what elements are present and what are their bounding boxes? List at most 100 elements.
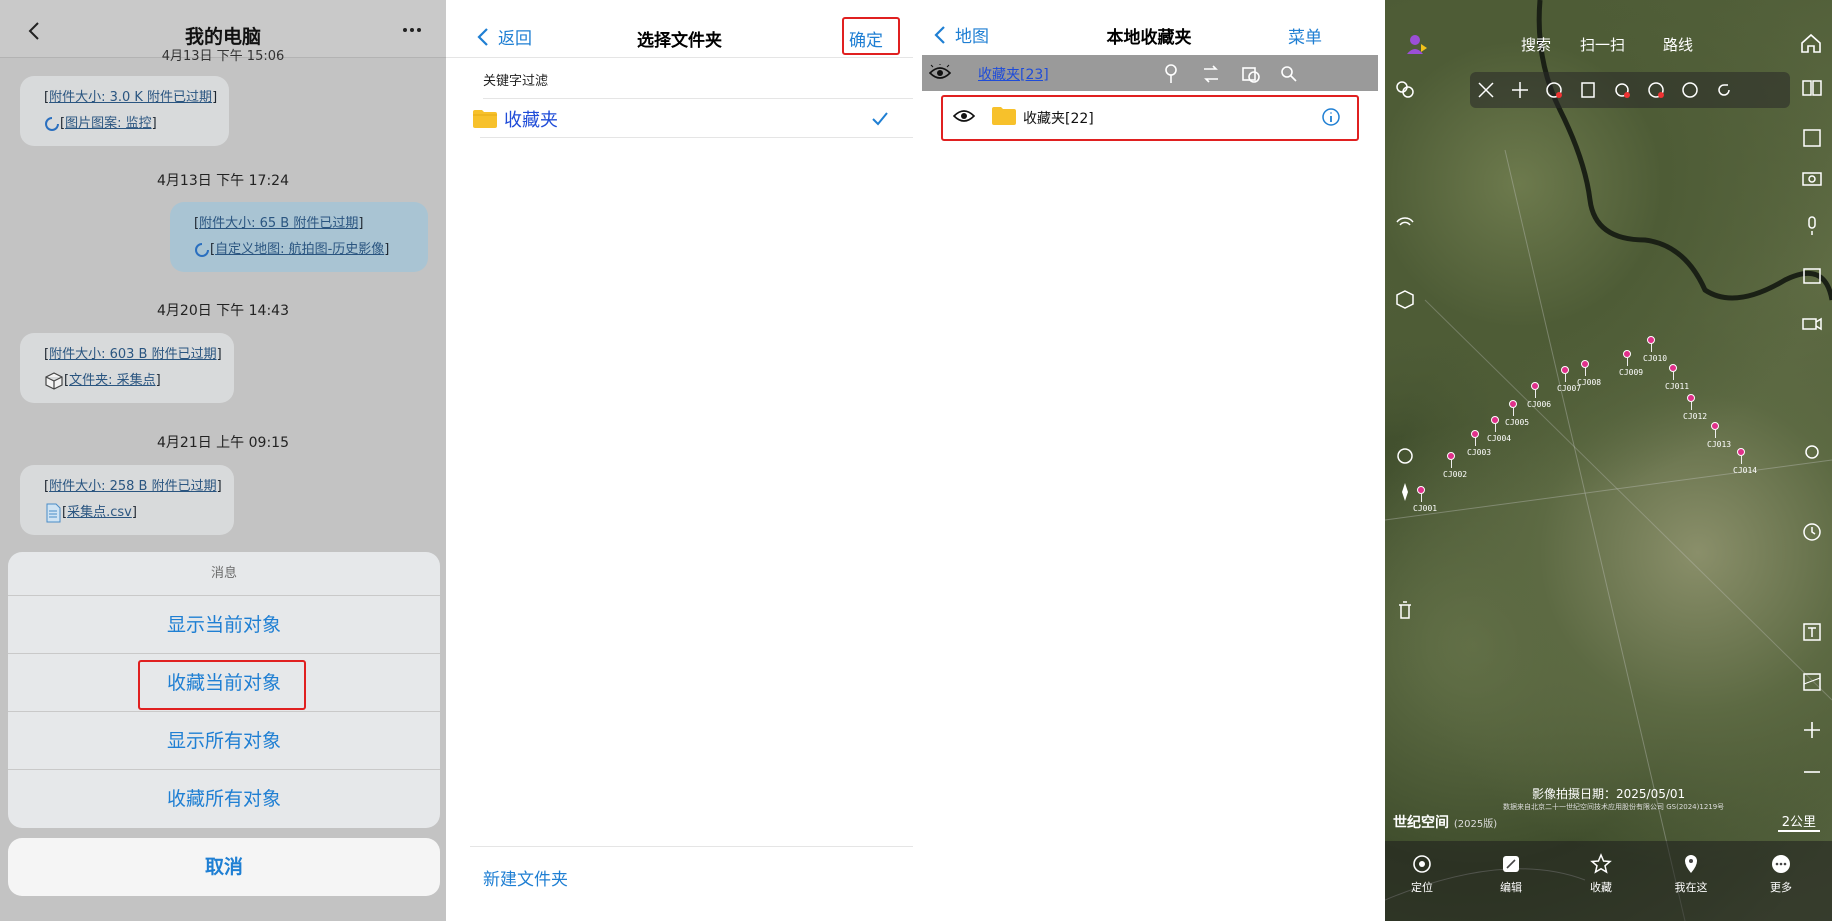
favorite-all-objects-button[interactable]: 收藏所有对象 [8, 770, 440, 828]
i-am-here-button[interactable]: 我在这 [1661, 853, 1721, 895]
folder-row[interactable]: 收藏夹 [472, 104, 897, 134]
redo-icon[interactable] [1714, 80, 1734, 100]
more-button[interactable]: 更多 [1751, 853, 1811, 895]
avatar-icon[interactable] [1405, 32, 1429, 56]
edit-doc-icon[interactable] [1578, 80, 1598, 100]
map-pin[interactable] [1491, 416, 1499, 432]
map-pin[interactable] [1471, 430, 1479, 446]
select-folder-panel: 返回 选择文件夹 确定 关键字过滤 收藏夹 新建文件夹 [446, 0, 913, 921]
pin-icon[interactable] [1160, 63, 1182, 85]
map-pin-label: CJ002 [1443, 470, 1468, 479]
locate-label: 定位 [1411, 881, 1433, 894]
map-pin[interactable] [1737, 448, 1745, 464]
map-pin[interactable] [1561, 366, 1569, 382]
fullscreen-icon[interactable] [1800, 126, 1824, 150]
trash-icon[interactable] [1393, 598, 1417, 622]
map-pin[interactable] [1669, 364, 1677, 380]
speed-icon[interactable] [1680, 80, 1700, 100]
move-icon[interactable] [1510, 80, 1530, 100]
camera-rotate-icon[interactable] [1393, 444, 1417, 468]
map-logo: 世纪空间 (2025版) [1393, 812, 1497, 832]
i-am-here-label: 我在这 [1674, 881, 1708, 894]
scissors-icon[interactable] [1476, 80, 1496, 100]
home-icon[interactable] [1800, 32, 1822, 54]
attachment-size-link[interactable]: 附件大小: 258 B 附件已过期 [49, 474, 217, 500]
message-bubble[interactable]: [附件大小: 65 B 附件已过期] [自定义地图: 航拍图-历史影像] [170, 202, 428, 272]
text-icon[interactable] [1800, 620, 1824, 644]
show-all-objects-button[interactable]: 显示所有对象 [8, 712, 440, 770]
location-pin-icon[interactable] [1800, 442, 1824, 466]
favorite-current-object-button[interactable]: 收藏当前对象 [8, 654, 440, 712]
root-folder-link[interactable]: 收藏夹[23] [978, 64, 1049, 84]
measure-icon[interactable] [1544, 80, 1564, 100]
message-bubble[interactable]: [附件大小: 603 B 附件已过期] [文件夹: 采集点] [20, 333, 234, 403]
loading-spinner-icon [194, 242, 210, 258]
satellite-map[interactable] [1385, 0, 1832, 921]
attachment-size-link[interactable]: 附件大小: 603 B 附件已过期 [49, 342, 217, 368]
compass-icon[interactable] [1393, 480, 1417, 504]
map-pin-label: CJ001 [1413, 504, 1438, 513]
shape-icon[interactable] [1240, 63, 1262, 85]
map-pin-label: CJ003 [1467, 448, 1492, 457]
cube-icon[interactable] [1393, 288, 1417, 312]
message-timestamp: 4月13日 下午 17:24 [157, 173, 289, 189]
message-bubble[interactable]: [附件大小: 3.0 K 附件已过期] [图片图案: 监控] [20, 76, 230, 146]
attachment-size-link[interactable]: 附件大小: 3.0 K 附件已过期 [49, 85, 212, 111]
chat-header: 4月13日 下午 15:06 我的电脑 [0, 0, 446, 64]
map-pin[interactable] [1417, 486, 1425, 502]
layers-icon[interactable] [1393, 78, 1417, 102]
attachment-name-link[interactable]: 文件夹: 采集点 [69, 368, 156, 394]
map-pin[interactable] [1447, 452, 1455, 468]
clock-icon[interactable] [1800, 520, 1824, 544]
sub-folder-row[interactable]: 收藏夹[22] [941, 95, 1359, 141]
edit-button[interactable]: 编辑 [1481, 853, 1541, 895]
search-icon[interactable] [1278, 63, 1300, 85]
root-folder-bar[interactable]: 收藏夹[23] [922, 55, 1378, 91]
map-type-icon[interactable] [1800, 670, 1824, 694]
book-icon[interactable] [1800, 76, 1824, 100]
local-favorites-panel: 地图 本地收藏夹 菜单 收藏夹[23] 收藏夹[22] [913, 0, 1385, 921]
zoom-in-icon[interactable] [1800, 718, 1824, 742]
gauge-icon[interactable] [1646, 80, 1666, 100]
map-pin[interactable] [1687, 394, 1695, 410]
select-folder-header: 返回 选择文件夹 确定 [446, 0, 913, 58]
microphone-icon[interactable] [1800, 214, 1824, 238]
favorites-header: 地图 本地收藏夹 菜单 [913, 0, 1385, 55]
favorite-button[interactable]: 收藏 [1571, 853, 1631, 895]
new-folder-button[interactable]: 新建文件夹 [483, 865, 568, 890]
highlight-box [941, 95, 1359, 141]
attachment-name-link[interactable]: 图片图案: 监控 [65, 111, 152, 137]
zoom-out-icon[interactable] [1800, 760, 1824, 784]
route-menu[interactable]: 路线 [1663, 34, 1693, 55]
attachment-name-link[interactable]: 自定义地图: 航拍图-历史影像 [215, 237, 384, 263]
camera-icon[interactable] [1800, 166, 1824, 190]
map-pin[interactable] [1581, 360, 1589, 376]
attachment-size-link[interactable]: 附件大小: 65 B 附件已过期 [199, 211, 358, 237]
highlight-box [842, 17, 900, 55]
keyword-filter-label[interactable]: 关键字过滤 [483, 70, 548, 89]
locate-button[interactable]: 定位 [1392, 853, 1452, 895]
map-pin[interactable] [1711, 422, 1719, 438]
video-icon[interactable] [1800, 312, 1824, 336]
show-current-object-button[interactable]: 显示当前对象 [8, 596, 440, 654]
more-icon[interactable] [400, 20, 424, 40]
message-bubble[interactable]: [附件大小: 258 B 附件已过期] [采集点.csv] [20, 465, 234, 535]
attachment-name-link[interactable]: 采集点.csv [67, 500, 132, 526]
screenshot-icon[interactable] [1800, 264, 1824, 288]
map-pin[interactable] [1531, 382, 1539, 398]
map-pin[interactable] [1509, 400, 1517, 416]
search-menu[interactable]: 搜索 [1521, 34, 1551, 55]
route-icon[interactable] [1200, 63, 1222, 85]
cancel-button[interactable]: 取消 [8, 838, 440, 896]
map-pin[interactable] [1647, 336, 1655, 352]
favorite-label: 收藏 [1590, 881, 1612, 894]
capture-date: 影像拍摄日期：2025/05/01 [1532, 787, 1686, 801]
scan-menu[interactable]: 扫一扫 [1580, 34, 1625, 55]
map-pin-label: CJ005 [1505, 418, 1530, 427]
chat-title: 我的电脑 [184, 26, 261, 48]
eye-icon[interactable] [929, 64, 951, 82]
map-pin[interactable] [1623, 350, 1631, 366]
menu-button[interactable]: 菜单 [1288, 23, 1322, 48]
target-icon[interactable] [1612, 80, 1632, 100]
signal-icon[interactable] [1393, 210, 1417, 234]
